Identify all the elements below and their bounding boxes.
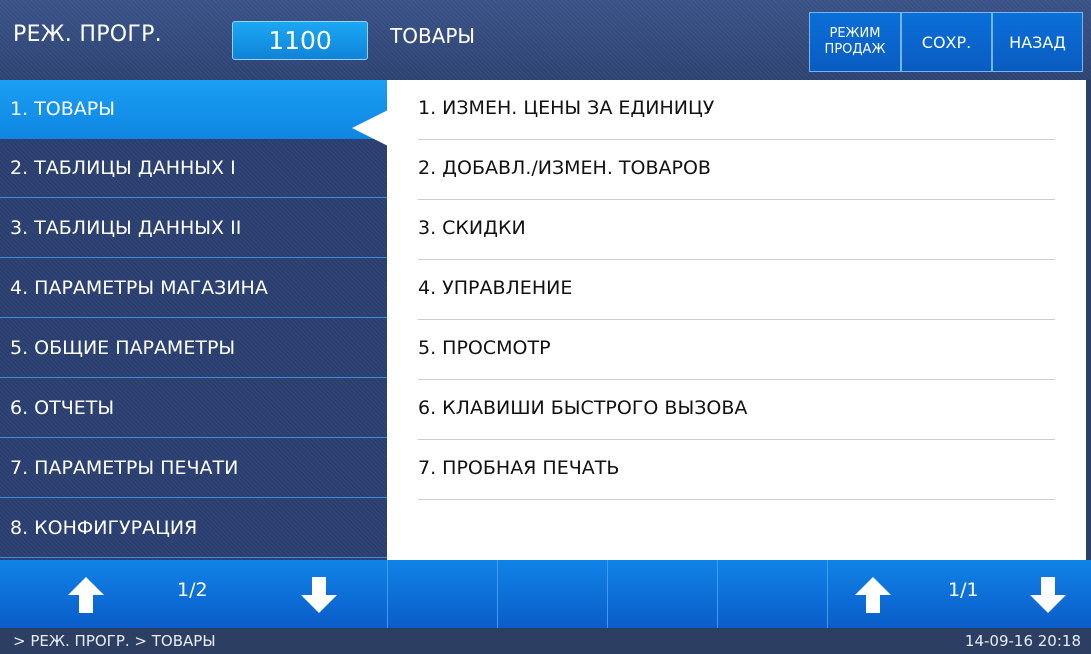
arrow-down-icon[interactable]: [1028, 575, 1068, 615]
sidebar-item-configuration[interactable]: 8. КОНФИГУРАЦИЯ: [0, 499, 387, 558]
status-bar: > РЕЖ. ПРОГР. > ТОВАРЫ 14-09-16 20:18: [0, 628, 1091, 654]
sidebar-item-data-tables-2[interactable]: 3. ТАБЛИЦЫ ДАННЫХ II: [0, 199, 387, 258]
sidebar-item-goods[interactable]: 1. ТОВАРЫ: [0, 80, 387, 139]
header-bar: РЕЖ. ПРОГР. 1100 ТОВАРЫ РЕЖИМ ПРОДАЖ СОХ…: [0, 0, 1091, 80]
sidebar-menu: 1. ТОВАРЫ 2. ТАБЛИЦЫ ДАННЫХ I 3. ТАБЛИЦЫ…: [0, 80, 387, 560]
soft-key-1[interactable]: [387, 560, 497, 628]
submenu-item-hotkeys[interactable]: 6. КЛАВИШИ БЫСТРОГО ВЫЗОВА: [418, 380, 1055, 440]
page-title: ТОВАРЫ: [390, 24, 476, 48]
arrow-down-icon[interactable]: [299, 575, 339, 615]
soft-key-3[interactable]: [607, 560, 717, 628]
right-pager: 1/1: [827, 560, 1091, 628]
soft-key-4[interactable]: [717, 560, 827, 628]
arrow-up-icon[interactable]: [853, 575, 893, 615]
right-page-indicator: 1/1: [948, 579, 979, 601]
submenu-item-management[interactable]: 4. УПРАВЛЕНИЕ: [418, 260, 1055, 320]
bottom-nav-bar: 1/2 1/1: [0, 560, 1091, 628]
save-button[interactable]: СОХР.: [901, 12, 992, 72]
sidebar-item-store-params[interactable]: 4. ПАРАМЕТРЫ МАГАЗИНА: [0, 259, 387, 318]
submenu-item-add-edit-goods[interactable]: 2. ДОБАВЛ./ИЗМЕН. ТОВАРОВ: [418, 140, 1055, 200]
left-pager: 1/2: [0, 560, 387, 628]
submenu-item-test-print[interactable]: 7. ПРОБНАЯ ПЕЧАТЬ: [418, 440, 1055, 500]
section-code-field[interactable]: 1100: [232, 21, 368, 60]
breadcrumb: > РЕЖ. ПРОГР. > ТОВАРЫ: [13, 632, 216, 650]
sidebar-item-reports[interactable]: 6. ОТЧЕТЫ: [0, 379, 387, 438]
arrow-up-icon[interactable]: [66, 575, 106, 615]
submenu-item-unit-price[interactable]: 1. ИЗМЕН. ЦЕНЫ ЗА ЕДИНИЦУ: [418, 80, 1055, 140]
date-time: 14-09-16 20:18: [964, 632, 1081, 650]
mode-title: РЕЖ. ПРОГР.: [13, 22, 162, 47]
left-page-indicator: 1/2: [177, 579, 208, 601]
sidebar-item-general-params[interactable]: 5. ОБЩИЕ ПАРАМЕТРЫ: [0, 319, 387, 378]
sidebar-item-print-params[interactable]: 7. ПАРАМЕТРЫ ПЕЧАТИ: [0, 439, 387, 498]
submenu-panel: 1. ИЗМЕН. ЦЕНЫ ЗА ЕДИНИЦУ 2. ДОБАВЛ./ИЗМ…: [387, 80, 1086, 560]
submenu-item-discounts[interactable]: 3. СКИДКИ: [418, 200, 1055, 260]
sidebar-item-data-tables-1[interactable]: 2. ТАБЛИЦЫ ДАННЫХ I: [0, 139, 387, 198]
soft-key-2[interactable]: [497, 560, 607, 628]
sale-mode-button[interactable]: РЕЖИМ ПРОДАЖ: [809, 12, 901, 72]
submenu-item-view[interactable]: 5. ПРОСМОТР: [418, 320, 1055, 380]
active-item-pointer: [352, 110, 388, 146]
back-button[interactable]: НАЗАД: [992, 12, 1083, 72]
